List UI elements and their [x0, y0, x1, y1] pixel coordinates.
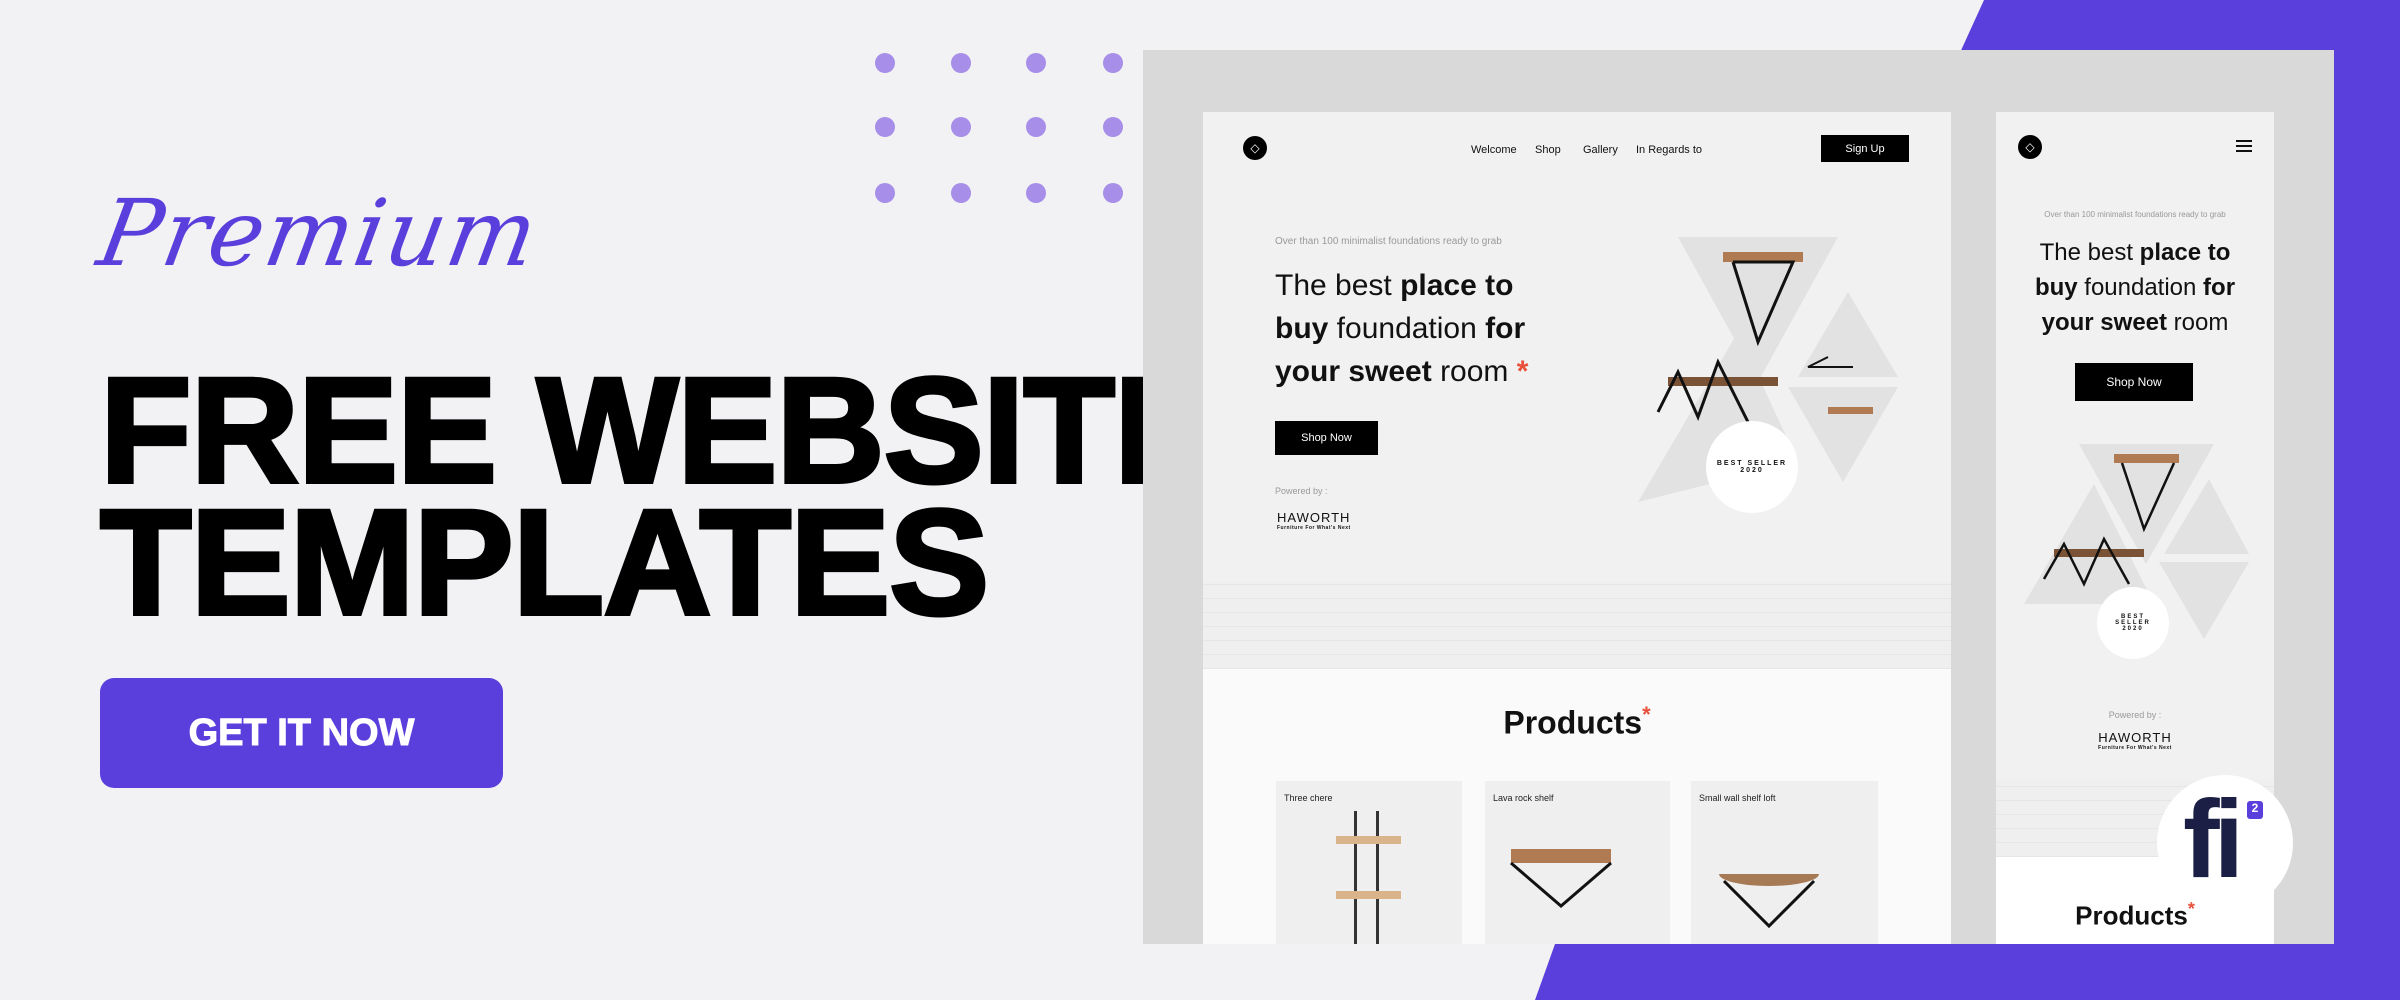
hamburger-icon[interactable] — [2236, 140, 2252, 152]
powered-by-label: Powered by : — [1275, 486, 1328, 496]
asterisk: * — [1642, 702, 1651, 727]
dot — [1026, 117, 1046, 137]
diamond-icon[interactable]: ◇ — [2018, 135, 2042, 159]
headline-text: place to — [2139, 239, 2231, 266]
get-it-now-button[interactable]: GET IT NOW — [100, 678, 503, 788]
desktop-preview: ◇ Welcome Shop Gallery In Regards to Sig… — [1203, 112, 1951, 944]
headline-line-2: TEMPLATES — [98, 478, 991, 646]
nav-gallery[interactable]: Gallery — [1583, 144, 1618, 156]
headline-text: foundation — [2077, 274, 2204, 301]
hero-subtitle: Over than 100 minimalist foundations rea… — [1275, 236, 1502, 247]
products-title-text: Products — [1503, 704, 1643, 741]
dot — [875, 183, 895, 203]
headline-text: The best — [1275, 269, 1401, 302]
powered-by-label: Powered by : — [2108, 710, 2162, 720]
dot — [1026, 53, 1046, 73]
shop-now-button[interactable]: Shop Now — [1275, 421, 1378, 455]
brand-tagline: Furniture For What's Next — [2098, 745, 2172, 751]
dot — [1103, 117, 1123, 137]
asterisk: * — [1516, 355, 1529, 388]
hero-subtitle: Over than 100 minimalist foundations rea… — [2044, 210, 2226, 219]
headline-text: place to — [1400, 269, 1514, 302]
dot — [951, 117, 971, 137]
product-images — [1336, 811, 1819, 944]
site-logo-superscript: 2 — [2247, 801, 2263, 819]
dot — [951, 53, 971, 73]
dot — [951, 183, 971, 203]
headline-text: room — [1431, 355, 1517, 388]
best-seller-badge: BEST SELLER 2020 — [2100, 590, 2166, 656]
dot — [875, 117, 895, 137]
brand-name: HAWORTH — [2098, 730, 2172, 745]
nav-in-regards-to[interactable]: In Regards to — [1636, 144, 1702, 156]
diamond-icon[interactable]: ◇ — [1243, 136, 1267, 160]
site-logo-letters: fi — [2183, 778, 2244, 901]
headline-text: for — [1485, 312, 1526, 345]
headline-text: The best — [2039, 239, 2140, 266]
brand-tagline: Furniture For What's Next — [1277, 525, 1351, 531]
headline-text: buy — [1275, 312, 1329, 345]
shop-now-button[interactable]: Shop Now — [2075, 363, 2193, 401]
headline-text: your sweet — [1275, 355, 1432, 388]
dot — [875, 53, 895, 73]
sign-up-button[interactable]: Sign Up — [1821, 135, 1909, 162]
headline-text: room — [2167, 309, 2229, 336]
products-title-text: Products — [2075, 900, 2188, 931]
premium-script-title: Premium — [90, 180, 547, 287]
brand-name: HAWORTH — [1277, 510, 1351, 525]
headline-text: buy — [2034, 274, 2078, 301]
dot — [1103, 53, 1123, 73]
nav-shop[interactable]: Shop — [1535, 144, 1561, 156]
haworth-logo: HAWORTH Furniture For What's Next — [1996, 730, 2274, 751]
dot — [1103, 183, 1123, 203]
site-logo: fi 2 — [2157, 775, 2293, 911]
nav-welcome[interactable]: Welcome — [1471, 144, 1517, 156]
dot — [1026, 183, 1046, 203]
haworth-logo: HAWORTH Furniture For What's Next — [1277, 510, 1351, 531]
hero-headline: The best place to buy foundation for you… — [1275, 264, 1595, 393]
headline-text: for — [2203, 274, 2236, 301]
headline-text: foundation — [1328, 312, 1486, 345]
best-seller-badge: BEST SELLER 2020 — [1709, 424, 1795, 510]
brick-wall-band — [1203, 582, 1951, 669]
products-title: Products* — [1203, 702, 1951, 742]
hero-headline: The best place to buy foundation for you… — [1996, 235, 2274, 340]
headline-text: your sweet — [2041, 309, 2168, 336]
